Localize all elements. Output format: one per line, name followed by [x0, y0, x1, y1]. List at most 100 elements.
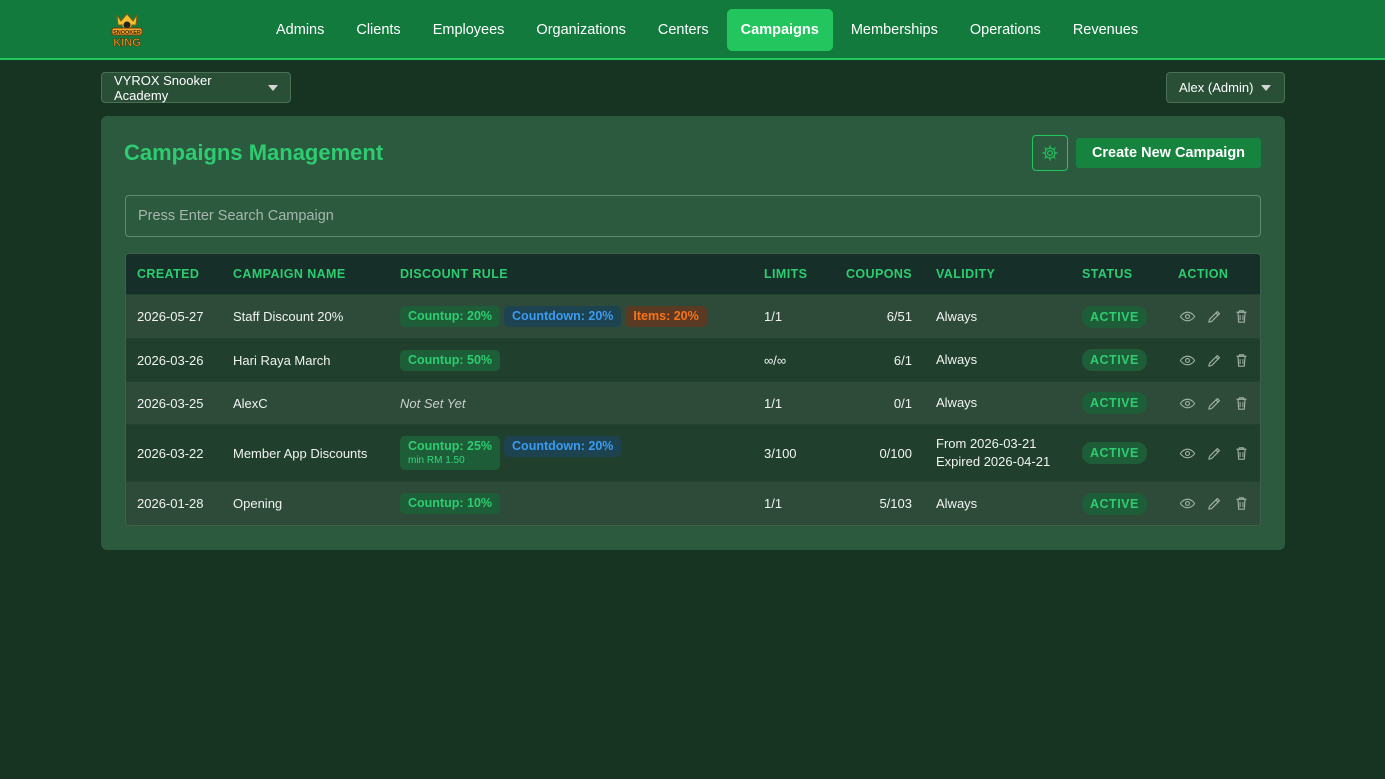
trash-icon — [1236, 353, 1246, 367]
settings-button[interactable] — [1032, 135, 1068, 171]
limits-value: 3/100 — [764, 445, 797, 461]
discount-rules: Countup: 25% min RM 1.50 Countdown: 20% — [400, 436, 764, 470]
nav-item-operations[interactable]: Operations — [956, 9, 1055, 51]
discount-rule-label: Countup: 10% — [408, 496, 493, 510]
header-coupons[interactable]: COUPONS — [824, 267, 912, 281]
header-created[interactable]: CREATED — [126, 267, 233, 281]
status-badge: ACTIVE — [1082, 392, 1147, 414]
delete-button[interactable] — [1232, 394, 1250, 412]
nav-item-employees[interactable]: Employees — [419, 9, 519, 51]
logo-text-bottom: KING — [113, 37, 141, 49]
nav-item-centers[interactable]: Centers — [644, 9, 723, 51]
row-actions — [1178, 308, 1260, 326]
pencil-icon — [1207, 497, 1220, 510]
status-badge: ACTIVE — [1082, 305, 1147, 328]
edit-button[interactable] — [1205, 394, 1223, 412]
created-date: 2026-03-26 — [137, 352, 204, 368]
page-title: Campaigns Management — [124, 140, 384, 165]
delete-button[interactable] — [1232, 308, 1250, 326]
discount-rule-label: Items: 20% — [633, 309, 699, 323]
view-button[interactable] — [1178, 308, 1196, 326]
organization-select[interactable]: VYROX Snooker Academy — [101, 72, 291, 103]
validity-line: Always — [936, 395, 978, 410]
campaigns-table: CREATED CAMPAIGN NAME DISCOUNT RULE LIMI… — [125, 253, 1261, 526]
status-cell: ACTIVE — [1082, 305, 1178, 328]
view-button[interactable] — [1178, 495, 1196, 513]
discount-rules: Countup: 50% — [400, 349, 764, 371]
coupons-value: 0/1 — [893, 395, 912, 411]
discount-rule-label: Countup: 50% — [408, 352, 493, 367]
nav-item-memberships[interactable]: Memberships — [837, 9, 952, 51]
trash-icon — [1236, 310, 1246, 323]
edit-button[interactable] — [1205, 351, 1223, 369]
table-header: CREATED CAMPAIGN NAME DISCOUNT RULE LIMI… — [126, 254, 1260, 294]
eye-icon — [1179, 398, 1195, 408]
coupons-value: 6/1 — [893, 352, 912, 368]
snooker-king-logo[interactable]: SNOOKER KING — [108, 11, 146, 49]
nav-item-admins[interactable]: Admins — [262, 9, 338, 51]
header-status[interactable]: STATUS — [1082, 267, 1178, 281]
pencil-icon — [1207, 354, 1220, 367]
validity-line: Always — [936, 352, 978, 367]
search-input[interactable] — [125, 195, 1261, 237]
discount-rule-tag: Countup: 50% — [400, 349, 501, 371]
campaigns-card: Campaigns Management Create New Campaign… — [101, 116, 1285, 550]
limits-value: 1/1 — [764, 309, 783, 324]
trash-icon — [1236, 446, 1246, 460]
top-navbar: SNOOKER KING Admins Clients Employees Organ… — [0, 0, 1385, 60]
delete-button[interactable] — [1232, 351, 1250, 369]
delete-button[interactable] — [1232, 444, 1250, 462]
nav-item-campaigns[interactable]: Campaigns — [726, 9, 833, 51]
pencil-icon — [1207, 447, 1220, 460]
validity-line: Always — [936, 495, 978, 511]
view-button[interactable] — [1178, 351, 1196, 369]
eye-icon — [1179, 311, 1195, 322]
discount-rule-label: Countup: 20% — [408, 309, 493, 323]
coupons-value: 0/100 — [879, 445, 912, 461]
eye-icon — [1179, 448, 1195, 458]
table-row: 2026-03-25 AlexC Not Set Yet 1/1 0/1 Always AC… — [126, 381, 1260, 424]
logo-text-top: SNOOKER — [113, 30, 141, 36]
discount-rule-label: Countup: 25% — [408, 439, 493, 453]
nav-item-revenues[interactable]: Revenues — [1059, 9, 1152, 51]
user-menu-button[interactable]: Alex (Admin) — [1166, 72, 1285, 103]
status-badge: ACTIVE — [1082, 349, 1147, 371]
main-nav: Admins Clients Employees Organizations Cente… — [262, 9, 1156, 51]
discount-rules: Not Set Yet — [400, 396, 764, 411]
create-campaign-button[interactable]: Create New Campaign — [1076, 138, 1261, 168]
validity: Always — [912, 308, 1082, 326]
header-limits[interactable]: LIMITS — [764, 267, 824, 281]
header-discount-rule[interactable]: DISCOUNT RULE — [400, 267, 764, 281]
edit-button[interactable] — [1205, 444, 1223, 462]
nav-item-clients[interactable]: Clients — [342, 9, 414, 51]
edit-button[interactable] — [1205, 308, 1223, 326]
row-actions — [1178, 444, 1260, 462]
table-row: 2026-05-27 Staff Discount 20% Countup: 20%… — [126, 294, 1260, 338]
view-button[interactable] — [1178, 444, 1196, 462]
caret-down-icon — [268, 84, 278, 91]
status-cell: ACTIVE — [1082, 492, 1178, 515]
validity-line: Always — [936, 308, 978, 324]
coupons-value: 6/51 — [886, 309, 912, 324]
pencil-icon — [1207, 397, 1220, 410]
discount-rule-tag: Countup: 25% min RM 1.50 — [400, 436, 501, 470]
status-cell: ACTIVE — [1082, 349, 1178, 371]
limits-value: ∞/∞ — [764, 352, 787, 368]
header-campaign-name[interactable]: CAMPAIGN NAME — [233, 267, 400, 281]
created-date: 2026-03-25 — [137, 395, 204, 411]
campaign-name: AlexC — [233, 395, 268, 411]
rule-empty-text: Not Set Yet — [400, 395, 466, 411]
validity-line: Expired 2026-04-21 — [936, 454, 1051, 469]
discount-rule-label: Countdown: 20% — [512, 309, 614, 323]
table-row: 2026-03-22 Member App Discounts Countup: 2… — [126, 424, 1260, 481]
view-button[interactable] — [1178, 394, 1196, 412]
campaign-name: Staff Discount 20% — [233, 309, 344, 324]
header-validity[interactable]: VALIDITY — [912, 265, 1082, 283]
nav-item-organizations[interactable]: Organizations — [522, 9, 639, 51]
edit-button[interactable] — [1205, 495, 1223, 513]
organization-select-value: VYROX Snooker Academy — [114, 72, 212, 103]
caret-down-icon — [1261, 84, 1272, 91]
table-row: 2026-03-26 Hari Raya March Countup: 50% ∞/∞… — [126, 338, 1260, 381]
delete-button[interactable] — [1232, 495, 1250, 513]
user-menu-label: Alex (Admin) — [1179, 80, 1254, 95]
